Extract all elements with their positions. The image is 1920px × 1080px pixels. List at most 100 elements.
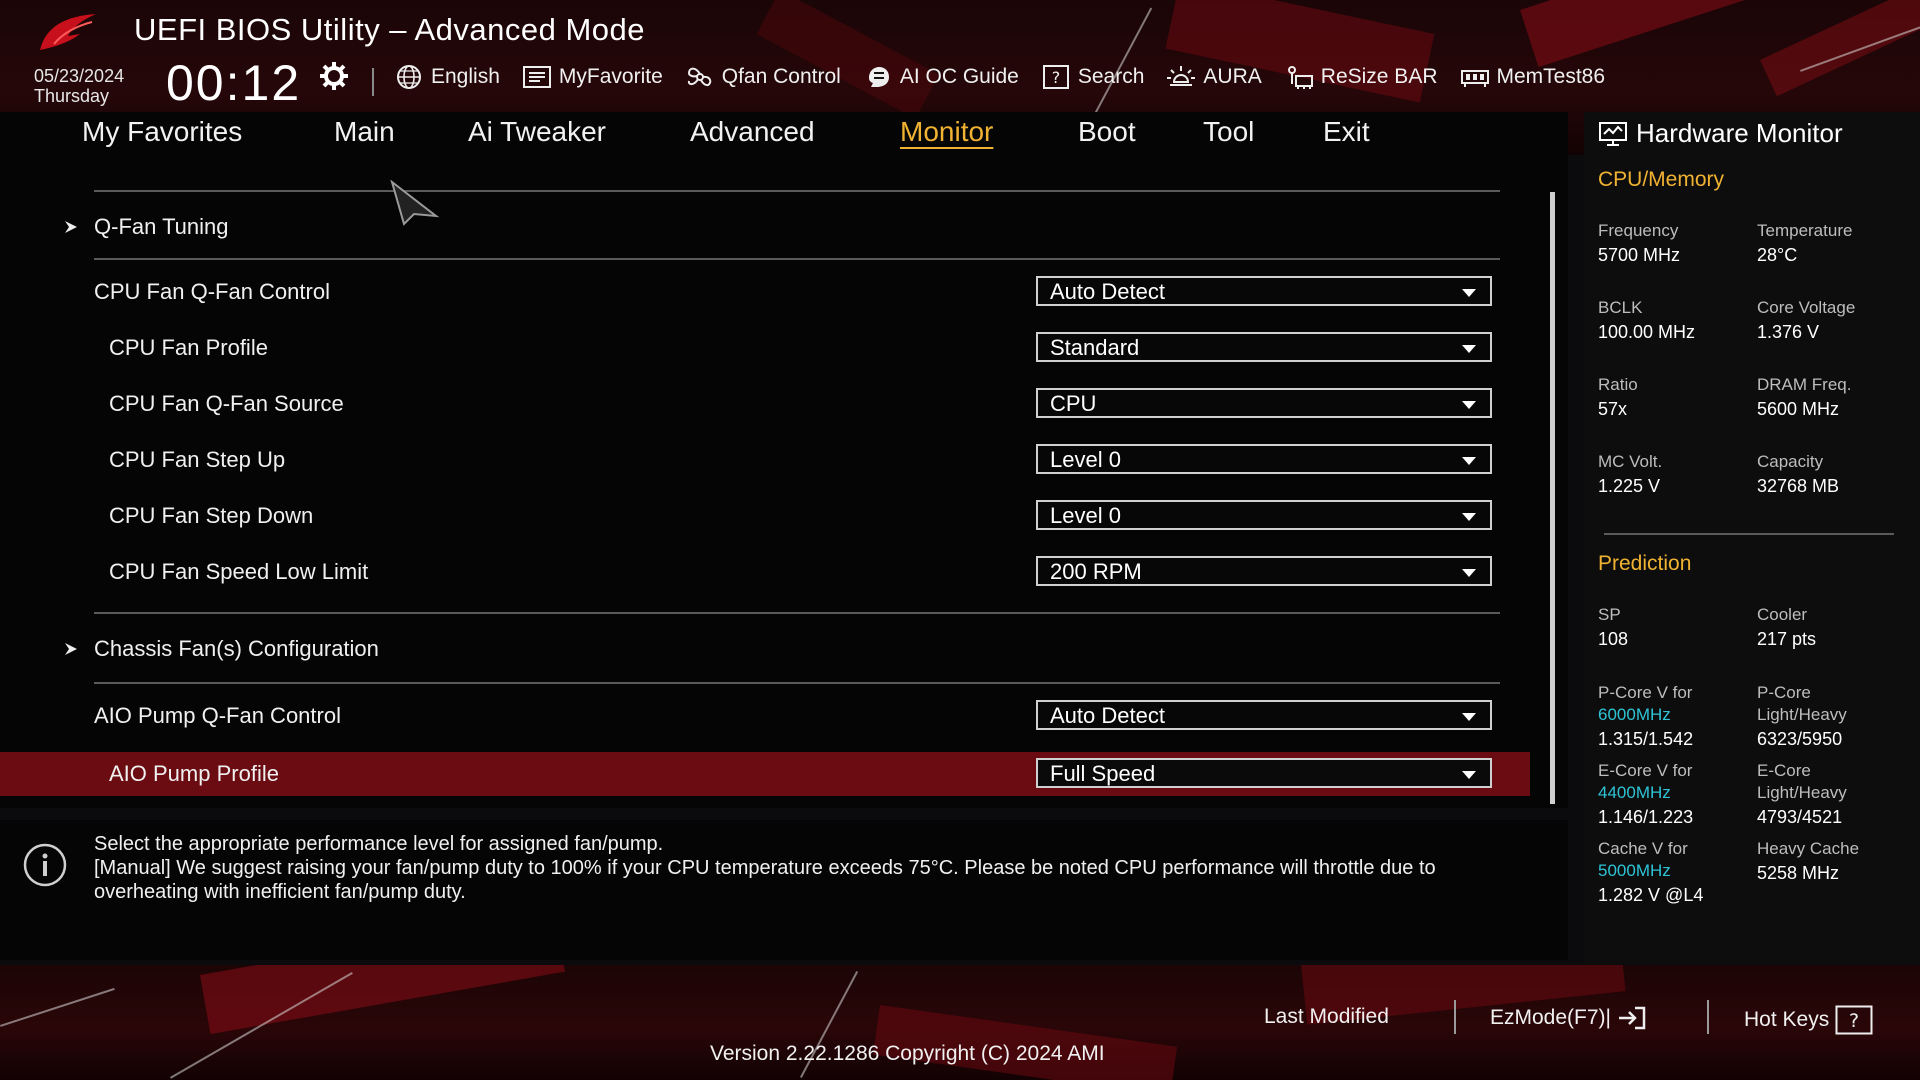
favorite-list-icon	[522, 66, 551, 88]
aura-button[interactable]: AURA	[1166, 64, 1262, 90]
setting-label: CPU Fan Step Down	[109, 503, 314, 528]
setting-label: CPU Fan Q-Fan Control	[94, 279, 330, 304]
date-display: 05/23/2024 Thursday	[34, 66, 124, 106]
aio-pump-qfan-control-dropdown[interactable]: Auto Detect	[1036, 700, 1492, 730]
cpu-fan-qfan-control-dropdown[interactable]: Auto Detect	[1036, 276, 1492, 306]
last-modified-button[interactable]: Last Modified	[1264, 1005, 1389, 1029]
cpu-fan-step-down-dropdown[interactable]: Level 0	[1036, 500, 1492, 530]
gear-icon[interactable]	[318, 60, 350, 92]
hw-value: 217 pts	[1757, 629, 1817, 649]
aura-light-icon	[1167, 66, 1196, 86]
info-icon	[23, 843, 67, 887]
date-text: 05/23/2024	[34, 66, 125, 86]
divider	[1604, 533, 1894, 535]
hw-frequency: Frequency 5700 MHz	[1598, 220, 1758, 268]
hw-temperature: Temperature 28°C	[1757, 220, 1917, 268]
setting-label: AIO Pump Profile	[109, 761, 279, 786]
dropdown-value: Full Speed	[1050, 761, 1156, 786]
hw-label: DRAM Freq.	[1757, 375, 1852, 394]
tab-my-favorites[interactable]: My Favorites	[82, 116, 242, 148]
hw-dram-freq: DRAM Freq. 5600 MHz	[1757, 374, 1917, 422]
dropdown-value: 200 RPM	[1050, 559, 1142, 584]
setting-row-aio-pump-qfan-control[interactable]: AIO Pump Q-Fan Control Auto Detect	[0, 694, 1530, 738]
hw-capacity: Capacity 32768 MB	[1757, 451, 1917, 499]
search-button[interactable]: ? Search	[1041, 64, 1145, 90]
fan-icon	[687, 67, 712, 87]
setting-label: CPU Fan Profile	[109, 335, 268, 360]
hw-label: Heavy Cache	[1757, 839, 1860, 858]
footer-divider	[1454, 1000, 1456, 1034]
cpu-fan-qfan-source-dropdown[interactable]: CPU	[1036, 388, 1492, 418]
hw-value: 108	[1598, 629, 1629, 649]
main-tabs: My Favorites Main Ai Tweaker Advanced Mo…	[0, 112, 1568, 156]
hw-frequency-accent: 4400MHz	[1598, 783, 1671, 802]
dropdown-value: Standard	[1050, 335, 1140, 360]
resize-bar-label: ReSize BAR	[1320, 65, 1438, 88]
qfan-control-button[interactable]: Qfan Control	[685, 64, 841, 90]
tab-exit[interactable]: Exit	[1323, 116, 1370, 148]
cpu-fan-step-up-dropdown[interactable]: Level 0	[1036, 444, 1492, 474]
hw-value: 1.315/1.542	[1598, 729, 1694, 749]
hw-heavy-cache: Heavy Cache 5258 MHz	[1757, 838, 1917, 886]
chevron-down-icon	[1462, 713, 1476, 721]
hardware-monitor-panel: Hardware Monitor CPU/Memory Frequency 57…	[1584, 112, 1920, 964]
tab-boot[interactable]: Boot	[1078, 116, 1136, 148]
cpu-fan-speed-low-limit-dropdown[interactable]: 200 RPM	[1036, 556, 1492, 586]
setting-row-aio-pump-profile[interactable]: AIO Pump Profile Full Speed	[0, 752, 1530, 796]
globe-icon	[397, 65, 421, 89]
setting-label: CPU Fan Speed Low Limit	[109, 559, 369, 584]
setting-label: CPU Fan Step Up	[109, 447, 286, 472]
hw-label: Core Voltage	[1757, 298, 1856, 317]
resize-bar-button[interactable]: ReSize BAR	[1284, 64, 1438, 90]
myfavorite-button[interactable]: MyFavorite	[522, 64, 663, 90]
hw-frequency-accent: 6000MHz	[1598, 705, 1671, 724]
clock: 00:12	[166, 55, 302, 111]
submenu-arrow-icon	[65, 643, 77, 655]
tab-ai-tweaker[interactable]: Ai Tweaker	[468, 116, 606, 148]
hw-core-voltage: Core Voltage 1.376 V	[1757, 297, 1917, 345]
setting-row-cpu-fan-step-up[interactable]: CPU Fan Step Up Level 0	[0, 438, 1530, 482]
memtest86-button[interactable]: MemTest86	[1460, 64, 1605, 90]
help-text: Select the appropriate performance level…	[94, 832, 1544, 904]
divider	[94, 258, 1500, 260]
dropdown-value: CPU	[1050, 391, 1097, 416]
chevron-down-icon	[1462, 513, 1476, 521]
qfan-tuning-submenu[interactable]: Q-Fan Tuning	[64, 214, 229, 240]
ezmode-button[interactable]: EzMode(F7)|	[1490, 1005, 1647, 1031]
hw-sp: SP 108	[1598, 604, 1758, 652]
chevron-down-icon	[1462, 771, 1476, 779]
ai-oc-guide-icon	[868, 67, 889, 87]
setting-row-cpu-fan-speed-low-limit[interactable]: CPU Fan Speed Low Limit 200 RPM	[0, 550, 1530, 594]
chevron-down-icon	[1462, 345, 1476, 353]
aio-pump-profile-dropdown[interactable]: Full Speed	[1036, 758, 1492, 788]
hw-value: 6323/5950	[1757, 729, 1843, 749]
tab-tool[interactable]: Tool	[1203, 116, 1254, 148]
tab-main[interactable]: Main	[334, 116, 395, 148]
hw-label: Ratio	[1598, 375, 1638, 394]
search-label: Search	[1077, 65, 1145, 88]
tab-advanced[interactable]: Advanced	[690, 116, 815, 148]
hw-label: Light/Heavy	[1757, 705, 1847, 724]
hw-label: Light/Heavy	[1757, 783, 1847, 802]
myfavorite-label: MyFavorite	[558, 65, 663, 88]
setting-row-cpu-fan-qfan-source[interactable]: CPU Fan Q-Fan Source CPU	[0, 382, 1530, 426]
qfan-control-label: Qfan Control	[721, 65, 841, 88]
hw-frequency-accent: 5000MHz	[1598, 861, 1671, 880]
chassis-fan-configuration-submenu[interactable]: Chassis Fan(s) Configuration	[64, 636, 379, 662]
hot-keys-button[interactable]: Hot Keys ?	[1744, 1005, 1873, 1035]
setting-label: CPU Fan Q-Fan Source	[109, 391, 344, 416]
ai-oc-guide-button[interactable]: AI OC Guide	[863, 64, 1019, 90]
hw-label: Temperature	[1757, 221, 1853, 240]
scrollbar-thumb[interactable]	[1550, 192, 1555, 804]
language-button[interactable]: English	[394, 64, 500, 90]
hw-label: P-Core V for	[1598, 683, 1693, 702]
tab-monitor[interactable]: Monitor	[900, 116, 993, 148]
prediction-heading: Prediction	[1598, 552, 1692, 575]
setting-row-cpu-fan-qfan-control[interactable]: CPU Fan Q-Fan Control Auto Detect	[0, 270, 1530, 314]
setting-row-cpu-fan-profile[interactable]: CPU Fan Profile Standard	[0, 326, 1530, 370]
hw-mc-volt: MC Volt. 1.225 V	[1598, 451, 1758, 499]
hw-bclk: BCLK 100.00 MHz	[1598, 297, 1758, 345]
cpu-fan-profile-dropdown[interactable]: Standard	[1036, 332, 1492, 362]
hw-ratio: Ratio 57x	[1598, 374, 1758, 422]
setting-row-cpu-fan-step-down[interactable]: CPU Fan Step Down Level 0	[0, 494, 1530, 538]
